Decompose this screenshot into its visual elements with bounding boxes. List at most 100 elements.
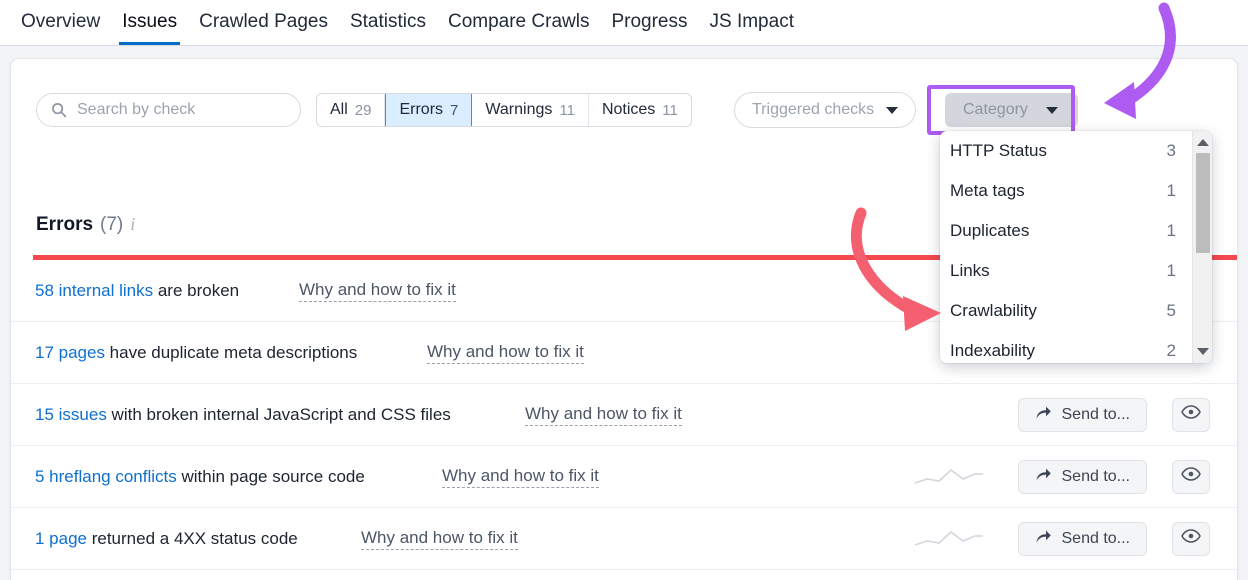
issue-count-link[interactable]: 5 hreflang conflicts: [35, 467, 177, 486]
category-option-label: Indexability: [950, 341, 1036, 360]
segment-label: Errors: [399, 101, 444, 118]
category-option-label: Crawlability: [950, 301, 1037, 320]
nav-label: Issues: [122, 11, 178, 32]
nav-item-crawled-pages[interactable]: Crawled Pages: [188, 0, 339, 45]
why-and-how-link[interactable]: Why and how to fix it: [442, 466, 599, 488]
scrollbar-thumb[interactable]: [1196, 153, 1210, 253]
segment-count: 11: [559, 101, 575, 119]
eye-icon: [1181, 467, 1201, 486]
nav-item-progress[interactable]: Progress: [600, 0, 698, 45]
why-and-how-link[interactable]: Why and how to fix it: [299, 280, 456, 302]
nav-label: Overview: [21, 11, 101, 32]
search-icon: [51, 102, 67, 118]
visibility-toggle-button[interactable]: [1172, 397, 1210, 432]
category-option-meta-tags[interactable]: Meta tags 1: [940, 171, 1190, 211]
why-and-how-link[interactable]: Why and how to fix it: [361, 528, 518, 550]
issue-rest: within page source code: [176, 466, 365, 486]
nav-label: Progress: [611, 11, 688, 32]
send-to-button[interactable]: Send to...: [1017, 459, 1147, 494]
category-dropdown-menu: HTTP Status 3 Meta tags 1 Duplicates 1 L…: [940, 131, 1212, 363]
category-option-label: Meta tags: [950, 181, 1025, 200]
search-input[interactable]: Search by check: [36, 93, 301, 127]
category-option-count: 1: [1166, 181, 1176, 200]
trend-sparkline: [913, 466, 985, 488]
eye-icon: [1181, 529, 1201, 548]
issue-rest: with broken internal JavaScript and CSS …: [106, 404, 451, 424]
nav-item-compare-crawls[interactable]: Compare Crawls: [437, 0, 600, 45]
segment-count: 11: [662, 101, 678, 119]
category-option-indexability[interactable]: Indexability 2: [940, 331, 1190, 363]
chevron-down-icon: [1045, 106, 1058, 114]
send-to-button[interactable]: Send to...: [1017, 397, 1147, 432]
category-option-http-status[interactable]: HTTP Status 3: [940, 131, 1190, 171]
segment-label: All: [330, 101, 348, 118]
nav-label: Statistics: [349, 11, 426, 32]
nav-item-statistics[interactable]: Statistics: [339, 0, 437, 45]
issue-count-link[interactable]: 15 issues: [35, 405, 107, 424]
segment-label: Notices: [601, 101, 656, 118]
nav-item-issues[interactable]: Issues: [111, 0, 188, 45]
scroll-up-arrow-icon[interactable]: [1197, 139, 1209, 146]
visibility-toggle-button[interactable]: [1172, 459, 1210, 494]
primary-nav: Overview Issues Crawled Pages Statistics…: [0, 0, 1248, 46]
page-title: Errors: [36, 214, 94, 235]
send-to-button[interactable]: Send to...: [1017, 521, 1147, 556]
category-option-links[interactable]: Links 1: [940, 251, 1190, 291]
search-placeholder: Search by check: [77, 101, 196, 118]
section-count: (7): [100, 214, 124, 235]
category-option-label: Duplicates: [950, 221, 1030, 240]
issue-text: 58 internal links are broken: [35, 281, 239, 301]
segment-warnings[interactable]: Warnings 11: [472, 94, 589, 126]
issue-text: 17 pages have duplicate meta description…: [35, 343, 357, 363]
table-row[interactable]: 15 issues with broken internal JavaScrip…: [11, 384, 1237, 446]
triggered-checks-dropdown[interactable]: Triggered checks: [734, 92, 917, 128]
send-to-label: Send to...: [1061, 405, 1131, 423]
category-dropdown[interactable]: Category: [945, 93, 1078, 127]
issue-count-link[interactable]: 1 page: [35, 529, 87, 548]
category-option-count: 3: [1166, 141, 1176, 160]
nav-item-js-impact[interactable]: JS Impact: [699, 0, 805, 45]
share-arrow-icon: [1035, 467, 1052, 487]
category-option-label: Links: [950, 261, 990, 280]
send-to-label: Send to...: [1061, 467, 1131, 485]
segment-count: 29: [354, 101, 372, 119]
triggered-checks-label: Triggered checks: [752, 101, 875, 118]
nav-label: JS Impact: [709, 11, 794, 32]
category-option-label: HTTP Status: [950, 141, 1047, 160]
category-option-duplicates[interactable]: Duplicates 1: [940, 211, 1190, 251]
table-row[interactable]: 1 page returned a 4XX status code Why an…: [11, 508, 1237, 570]
segment-label: Warnings: [485, 101, 553, 118]
eye-icon: [1181, 405, 1201, 424]
visibility-toggle-button[interactable]: [1172, 521, 1210, 556]
issue-rest: returned a 4XX status code: [87, 528, 298, 548]
table-row[interactable]: 1 incorrect page found in sitemap.xml Wh…: [11, 570, 1237, 580]
send-to-label: Send to...: [1061, 529, 1131, 547]
issue-text: 15 issues with broken internal JavaScrip…: [35, 405, 451, 425]
dropdown-scrollbar[interactable]: [1192, 131, 1212, 363]
scroll-down-arrow-icon[interactable]: [1197, 348, 1209, 355]
category-option-count: 1: [1166, 261, 1176, 280]
segment-errors[interactable]: Errors 7: [385, 94, 473, 126]
section-header: Errors (7) i: [36, 214, 135, 236]
why-and-how-link[interactable]: Why and how to fix it: [427, 342, 584, 364]
issue-count-link[interactable]: 58 internal links: [35, 281, 153, 300]
app-root: Overview Issues Crawled Pages Statistics…: [0, 0, 1248, 580]
segment-notices[interactable]: Notices 11: [589, 94, 691, 126]
issue-text: 1 page returned a 4XX status code: [35, 529, 298, 549]
category-option-count: 5: [1166, 301, 1176, 320]
nav-item-overview[interactable]: Overview: [10, 0, 111, 45]
table-row[interactable]: 5 hreflang conflicts within page source …: [11, 446, 1237, 508]
category-option-crawlability[interactable]: Crawlability 5: [940, 291, 1190, 331]
share-arrow-icon: [1035, 529, 1052, 549]
issue-text: 5 hreflang conflicts within page source …: [35, 467, 365, 487]
segment-count: 7: [450, 101, 459, 119]
issue-rest: have duplicate meta descriptions: [104, 342, 358, 362]
nav-label: Compare Crawls: [447, 11, 590, 32]
segment-all[interactable]: All 29: [317, 94, 386, 126]
why-and-how-link[interactable]: Why and how to fix it: [525, 404, 682, 426]
info-icon[interactable]: i: [130, 214, 135, 235]
category-option-count: 1: [1166, 221, 1176, 240]
nav-label: Crawled Pages: [199, 11, 328, 32]
filter-bar: Search by check All 29 Errors 7 Warnings…: [11, 59, 1237, 137]
issue-count-link[interactable]: 17 pages: [35, 343, 105, 362]
